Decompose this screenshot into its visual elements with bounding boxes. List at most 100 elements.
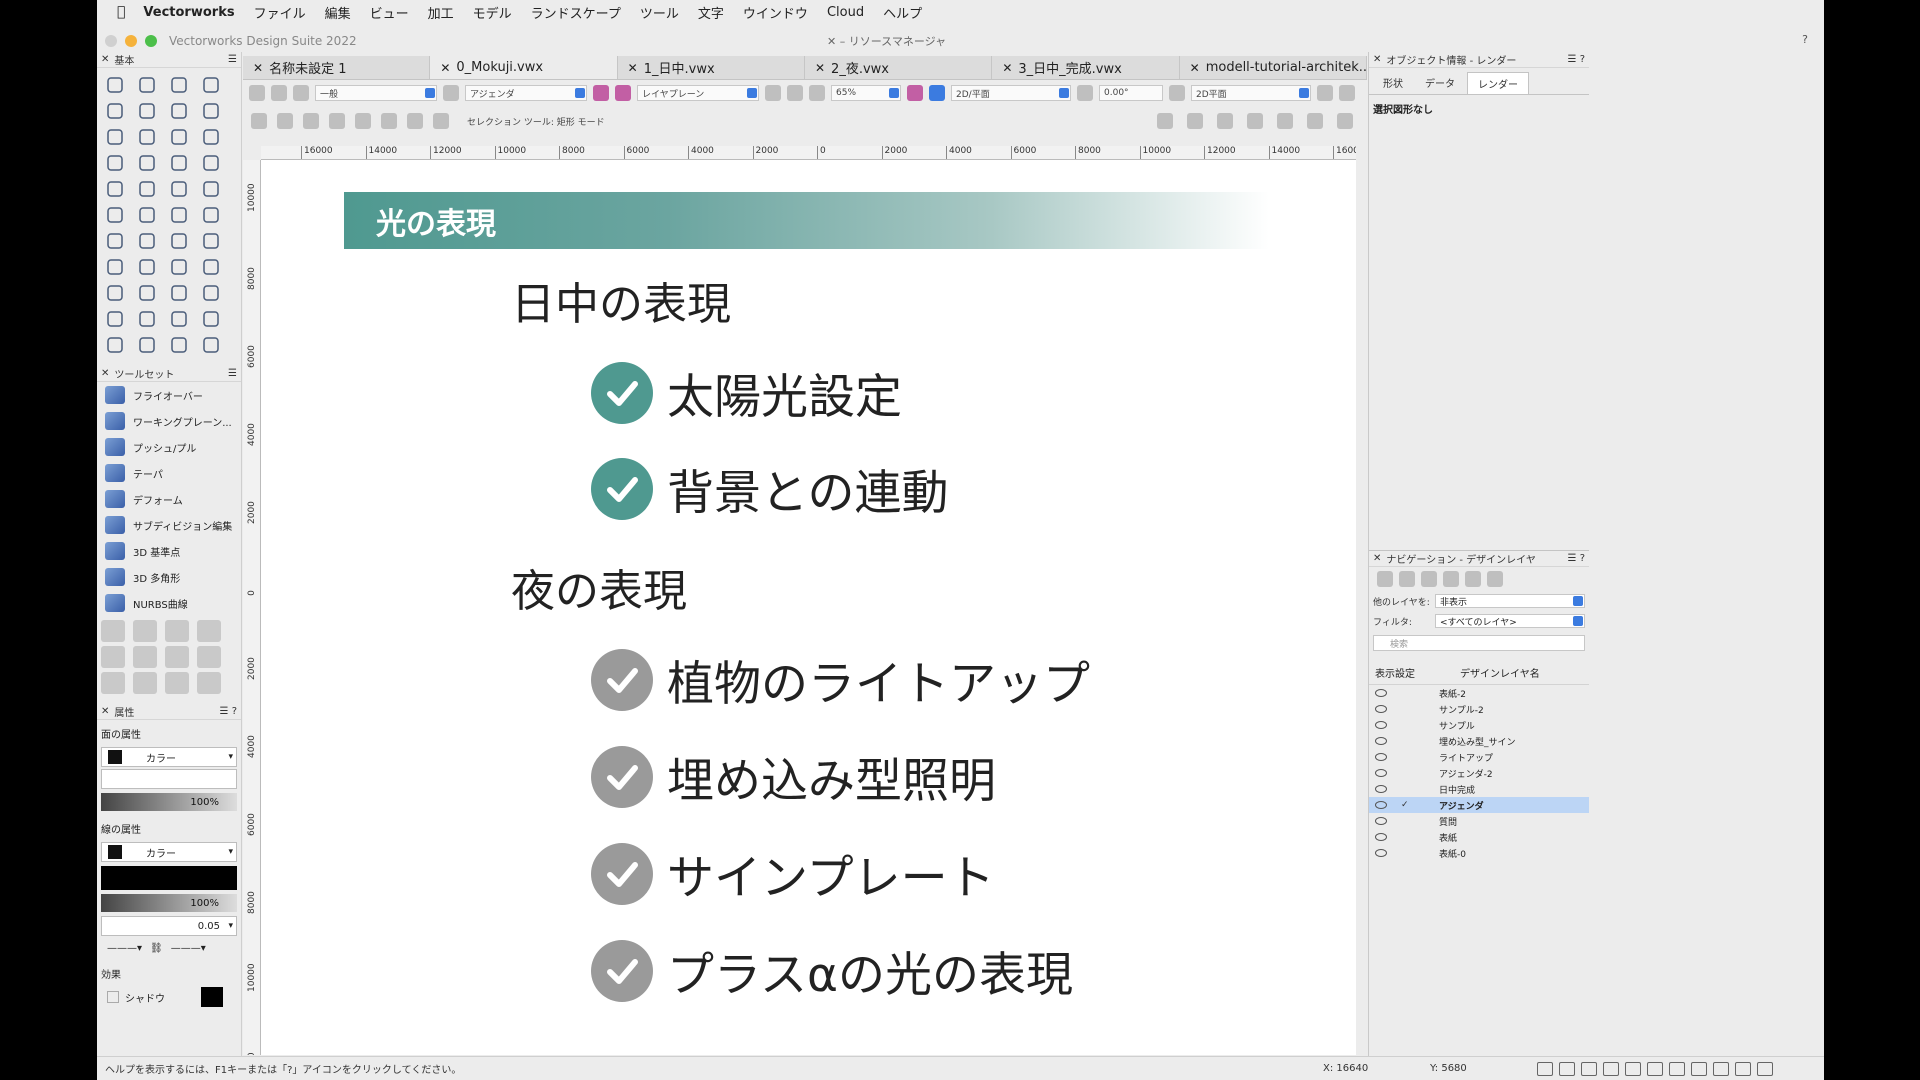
snap-grid-icon[interactable] bbox=[1537, 1061, 1553, 1076]
menu-text[interactable]: 文字 bbox=[698, 3, 724, 22]
snap-intersection-icon[interactable] bbox=[1603, 1061, 1619, 1076]
nav-classes-icon[interactable] bbox=[1377, 571, 1393, 587]
menu-icon[interactable]: ☰ bbox=[228, 368, 237, 379]
eyedropper-tool-icon[interactable] bbox=[131, 202, 163, 228]
document-tab[interactable]: ✕ 名称未設定 1 bbox=[243, 56, 431, 79]
close-icon[interactable]: ✕ bbox=[1373, 54, 1381, 65]
eye-icon[interactable] bbox=[1375, 849, 1387, 857]
zoom-icon[interactable] bbox=[809, 85, 825, 101]
line-marker-start[interactable]: ———▾ bbox=[107, 943, 142, 954]
gear-icon[interactable] bbox=[1757, 1061, 1773, 1076]
document-tab[interactable]: ✕ 0_Mokuji.vwx bbox=[430, 56, 618, 79]
toolset-category-icon[interactable] bbox=[101, 620, 125, 642]
mirror-2-tool-icon[interactable] bbox=[195, 228, 227, 254]
close-window-button[interactable] bbox=[105, 35, 117, 47]
eye-icon[interactable] bbox=[1375, 801, 1387, 809]
snap-4-icon[interactable] bbox=[1307, 113, 1323, 129]
document-tab[interactable]: ✕ modell-tutorial-architek... bbox=[1180, 56, 1367, 79]
toolset-category-icon[interactable] bbox=[101, 646, 125, 668]
zoom-window-button[interactable] bbox=[145, 35, 157, 47]
toolset-item[interactable]: サブディビジョン編集 bbox=[97, 512, 241, 538]
forward-icon[interactable] bbox=[271, 85, 287, 101]
toolset-category-icon[interactable] bbox=[197, 620, 221, 642]
toolset-item[interactable]: テーパ bbox=[97, 460, 241, 486]
snap-2-icon[interactable] bbox=[1217, 113, 1233, 129]
freehand-tool-icon[interactable] bbox=[195, 150, 227, 176]
toolset-category-icon[interactable] bbox=[165, 672, 189, 694]
render-mode-icon[interactable] bbox=[1169, 85, 1185, 101]
selection-tool-icon[interactable] bbox=[99, 72, 131, 98]
line-marker-row[interactable]: ———▾ ⛓ ———▾ bbox=[101, 938, 237, 958]
close-icon[interactable]: ✕ bbox=[440, 61, 450, 75]
chamfer-tool-icon[interactable] bbox=[99, 280, 131, 306]
toolset-category-icon[interactable] bbox=[197, 672, 221, 694]
close-icon[interactable]: ✕ bbox=[1002, 61, 1012, 75]
regular-polygon-tool-icon[interactable] bbox=[195, 176, 227, 202]
toolset-item[interactable]: プッシュ/プル bbox=[97, 434, 241, 460]
menu-window[interactable]: ウインドウ bbox=[743, 3, 808, 22]
fill-opacity-field[interactable]: 100% bbox=[101, 793, 237, 811]
polygon-mode-icon[interactable] bbox=[407, 113, 423, 129]
toolset-category-icon[interactable] bbox=[197, 646, 221, 668]
toolset-category-icon[interactable] bbox=[133, 672, 157, 694]
layer-row[interactable]: ライトアップ bbox=[1369, 749, 1589, 765]
close-icon[interactable]: ✕ bbox=[253, 61, 263, 75]
line-type-dropdown[interactable]: カラー ▾ bbox=[101, 842, 237, 862]
layer-row[interactable]: サンプル bbox=[1369, 717, 1589, 733]
layer-row[interactable]: 日中完成 bbox=[1369, 781, 1589, 797]
pan-tool-icon[interactable] bbox=[131, 72, 163, 98]
attribute-mapping-tool-icon[interactable] bbox=[195, 98, 227, 124]
rounded-rect-tool-icon[interactable] bbox=[195, 124, 227, 150]
polygon-tool-icon[interactable] bbox=[131, 176, 163, 202]
layer-icon[interactable] bbox=[443, 85, 459, 101]
menu-view[interactable]: ビュー bbox=[370, 3, 409, 22]
door-tool-icon[interactable] bbox=[163, 306, 195, 332]
more-icon[interactable] bbox=[1337, 113, 1353, 129]
drawing-canvas[interactable]: 光の表現 日中の表現 太陽光設定 背景との連動 夜の表現 植物のライトアップ 埋め込… bbox=[261, 160, 1356, 1055]
toolset-item[interactable]: デフォーム bbox=[97, 486, 241, 512]
render-mode-dropdown[interactable]: 2D平面 bbox=[1191, 85, 1311, 101]
menu-icon[interactable]: ☰ ? bbox=[1568, 54, 1585, 65]
rotate-tool-icon[interactable] bbox=[163, 228, 195, 254]
snap-distance-icon[interactable] bbox=[1625, 1061, 1641, 1076]
nav-references-icon[interactable] bbox=[1443, 571, 1459, 587]
back-icon[interactable] bbox=[249, 85, 265, 101]
eye-icon[interactable] bbox=[1375, 737, 1387, 745]
menu-file[interactable]: ファイル bbox=[254, 3, 306, 22]
fillet-tool-icon[interactable] bbox=[195, 254, 227, 280]
menu-icon[interactable]: ☰ ? bbox=[220, 706, 237, 717]
window-tool-icon[interactable] bbox=[195, 306, 227, 332]
line-tool-icon[interactable] bbox=[99, 124, 131, 150]
layer-row[interactable]: 表紙-2 bbox=[1369, 685, 1589, 701]
mirror-tool-icon[interactable] bbox=[131, 228, 163, 254]
clip-tool-icon[interactable] bbox=[163, 254, 195, 280]
menu-icon[interactable]: ☰ ? bbox=[1568, 553, 1585, 564]
snap-icon[interactable] bbox=[1157, 113, 1173, 129]
toolset-category-icon[interactable] bbox=[165, 646, 189, 668]
double-line-tool-icon[interactable] bbox=[131, 124, 163, 150]
menu-help[interactable]: ヘルプ bbox=[883, 3, 922, 22]
menu-model[interactable]: モデル bbox=[473, 3, 512, 22]
split-tool-icon[interactable] bbox=[163, 280, 195, 306]
mesh-tool-icon[interactable] bbox=[163, 332, 195, 358]
layer-row[interactable]: 質問 bbox=[1369, 813, 1589, 829]
close-icon[interactable]: ✕ bbox=[101, 706, 109, 717]
menu-icon[interactable]: ☰ bbox=[228, 54, 237, 65]
arc-tool-icon[interactable] bbox=[163, 150, 195, 176]
lasso-mode-icon[interactable] bbox=[381, 113, 397, 129]
eye-icon[interactable] bbox=[1375, 689, 1387, 697]
snap-3-icon[interactable] bbox=[1247, 113, 1263, 129]
minimize-window-button[interactable] bbox=[125, 35, 137, 47]
line-weight-field[interactable]: 0.05 ▾ bbox=[101, 916, 237, 936]
snap-tangent-icon[interactable] bbox=[1647, 1061, 1663, 1076]
zoom-tool-icon[interactable] bbox=[195, 72, 227, 98]
spiral-tool-icon[interactable] bbox=[99, 202, 131, 228]
circle-tool-icon[interactable] bbox=[99, 150, 131, 176]
apple-icon[interactable]:  bbox=[117, 4, 125, 20]
polyline-tool-icon[interactable] bbox=[99, 176, 131, 202]
toolset-item[interactable]: 3D 基準点 bbox=[97, 538, 241, 564]
projection-icon[interactable] bbox=[1317, 85, 1333, 101]
more-icon[interactable] bbox=[1339, 85, 1355, 101]
fill-type-dropdown[interactable]: カラー ▾ bbox=[101, 747, 237, 767]
layer-row[interactable]: 表紙 bbox=[1369, 829, 1589, 845]
